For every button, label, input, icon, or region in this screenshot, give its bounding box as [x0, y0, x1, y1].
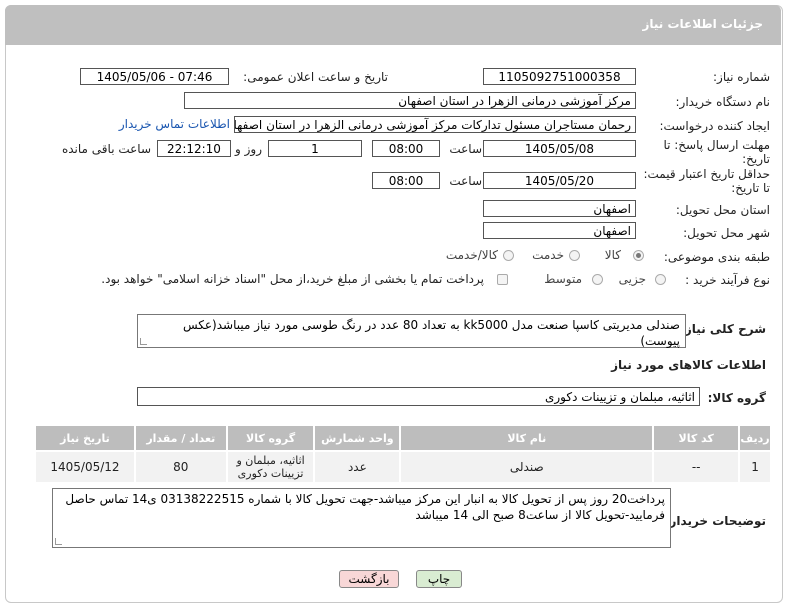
province-label: استان محل تحویل: [675, 203, 770, 217]
treasury-payment-note: پرداخت تمام یا بخشی از مبلغ خرید،از محل … [101, 272, 484, 286]
category-radio-goods-service[interactable] [503, 250, 514, 261]
category-option-service: خدمت [532, 248, 564, 262]
announce-date-field: 1405/05/06 - 07:46 [80, 68, 229, 85]
announce-date-label: تاریخ و ساعت اعلان عمومی: [243, 70, 388, 84]
cell-date: 1405/05/12 [34, 450, 136, 484]
back-button[interactable]: بازگشت [339, 570, 399, 588]
need-number-field: 1105092751000358 [483, 68, 636, 85]
buyer-contact-link[interactable]: اطلاعات تماس خریدار [119, 117, 230, 131]
table-row: 1 -- صندلی عدد اثاثیه، مبلمان و تزیینات … [34, 450, 772, 484]
creator-field: رحمان مستاجران مسئول تدارکات مرکز آموزشی… [234, 116, 636, 133]
resize-grip-icon[interactable] [55, 538, 62, 545]
col-header-code: کد کالا [652, 424, 741, 452]
category-option-goods: کالا [604, 248, 621, 262]
category-option-goods-service: کالا/خدمت [445, 248, 498, 262]
description-text: صندلی مدیریتی کاسپا صنعت مدل kk5000 به ت… [182, 318, 680, 348]
col-header-row-num: ردیف [738, 424, 772, 452]
col-header-name: نام کالا [399, 424, 655, 452]
province-field: اصفهان [483, 200, 636, 217]
days-label: روز و [235, 142, 262, 156]
description-textarea[interactable]: صندلی مدیریتی کاسپا صنعت مدل kk5000 به ت… [137, 314, 686, 348]
col-header-group: گروه کالا [225, 424, 316, 452]
deadline-date-field: 1405/05/08 [483, 140, 636, 157]
col-header-qty: تعداد / مقدار [133, 424, 228, 452]
process-option-minor: جزیی [618, 272, 646, 286]
print-button[interactable]: چاپ [416, 570, 462, 588]
resize-grip-icon[interactable] [140, 338, 147, 345]
price-time-label: ساعت [449, 174, 482, 188]
deadline-time-label: ساعت [449, 142, 482, 156]
category-radio-service[interactable] [569, 250, 580, 261]
goods-group-label: گروه کالا: [707, 391, 766, 405]
cell-row-num: 1 [738, 450, 772, 484]
price-validity-label-date: تا تاریخ: [731, 181, 770, 195]
price-time-field: 08:00 [372, 172, 440, 189]
buyer-notes-label: توضیحات خریدار: [664, 514, 766, 528]
process-label: نوع فرآیند خرید : [685, 273, 770, 287]
price-validity-label: حداقل تاریخ اعتبار قیمت: [643, 167, 770, 181]
deadline-time-field: 08:00 [372, 140, 440, 157]
col-header-unit: واحد شمارش [313, 424, 402, 452]
process-option-medium: متوسط [544, 272, 582, 286]
category-label: طبقه بندی موضوعی: [663, 250, 770, 264]
city-field: اصفهان [483, 222, 636, 239]
remaining-label: ساعت باقی مانده [61, 142, 151, 156]
goods-section-title: اطلاعات کالاهای مورد نیاز [611, 358, 766, 372]
deadline-label-date: تاریخ: [742, 152, 770, 166]
creator-label: ایجاد کننده درخواست: [659, 119, 770, 133]
deadline-label: مهلت ارسال پاسخ: تا [663, 138, 770, 152]
col-header-date: تاریخ نیاز [34, 424, 136, 452]
cell-name: صندلی [399, 450, 655, 484]
buyer-notes-textarea[interactable]: پرداخت20 روز پس از تحویل کالا به انبار ا… [52, 488, 671, 548]
days-field: 1 [268, 140, 362, 157]
table-header-row: ردیف کد کالا نام کالا واحد شمارش گروه کا… [34, 424, 772, 452]
cell-code: -- [652, 450, 741, 484]
remaining-time-field: 22:12:10 [157, 140, 231, 157]
buyer-org-label: نام دستگاه خریدار: [675, 95, 771, 109]
cell-unit: عدد [313, 450, 402, 484]
category-radio-goods[interactable] [633, 250, 644, 261]
panel-header: جزئیات اطلاعات نیاز [5, 5, 781, 45]
buyer-org-field: مرکز آموزشی درمانی الزهرا در استان اصفها… [184, 92, 636, 109]
city-label: شهر محل تحویل: [683, 226, 770, 240]
need-number-label: شماره نیاز: [713, 70, 770, 84]
cell-qty: 80 [133, 450, 228, 484]
description-label: شرح کلی نیاز: [680, 322, 766, 336]
goods-table: ردیف کد کالا نام کالا واحد شمارش گروه کا… [34, 424, 772, 484]
price-date-field: 1405/05/20 [483, 172, 636, 189]
process-radio-medium[interactable] [592, 274, 603, 285]
panel-title: جزئیات اطلاعات نیاز [642, 17, 763, 31]
process-radio-minor[interactable] [655, 274, 666, 285]
cell-group: اثاثیه، مبلمان و تزیینات دکوری [225, 450, 316, 484]
goods-group-field: اثاثیه، مبلمان و تزیینات دکوری [137, 387, 700, 406]
treasury-payment-checkbox[interactable] [497, 274, 508, 285]
buyer-notes-text: پرداخت20 روز پس از تحویل کالا به انبار ا… [65, 492, 665, 522]
